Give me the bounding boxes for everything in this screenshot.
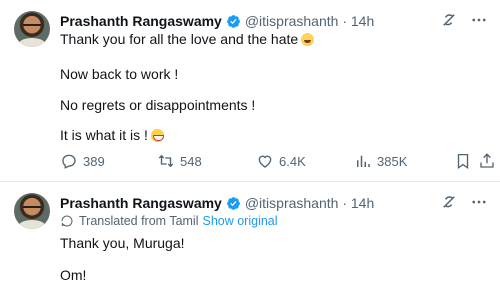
tweet-text-line: It is what it is ! <box>60 126 164 144</box>
grok-icon[interactable] <box>440 193 458 211</box>
tweet-text: No regrets or disappointments ! <box>60 97 256 113</box>
share-icon <box>480 153 494 168</box>
author-name[interactable]: Prashanth Rangaswamy <box>60 195 222 211</box>
avatar-glasses <box>23 206 41 213</box>
tweet[interactable]: Prashanth Rangaswamy @itisprashanth · 14… <box>0 0 500 181</box>
tweet-text-line: Now back to work ! <box>60 65 178 83</box>
bookmark-button[interactable] <box>454 152 477 170</box>
more-icon[interactable] <box>470 11 488 29</box>
author-name[interactable]: Prashanth Rangaswamy <box>60 13 222 29</box>
tweet-text-line: Thank you, Muruga! <box>60 234 185 252</box>
avatar-shirt <box>18 220 46 229</box>
repost-icon <box>158 154 174 168</box>
tweet-text-line: Om! <box>60 266 86 284</box>
reply-button[interactable]: 389 <box>60 152 105 170</box>
translate-icon <box>61 215 73 227</box>
views-icon <box>357 155 370 167</box>
tweet-text: Thank you, Muruga! <box>60 235 185 251</box>
verified-badge-icon <box>226 14 240 28</box>
more-icon[interactable] <box>470 193 488 211</box>
tweet-header: Prashanth Rangaswamy @itisprashanth · 14… <box>60 193 374 213</box>
grok-icon[interactable] <box>440 11 458 29</box>
tweet-top-actions <box>440 11 488 29</box>
bookmark-icon <box>457 153 469 170</box>
grin-emoji-icon <box>150 129 164 142</box>
tweet-text: It is what it is ! <box>60 127 148 143</box>
reply-count: 389 <box>83 153 105 169</box>
verified-badge-icon <box>226 196 240 210</box>
share-button[interactable] <box>478 152 500 170</box>
repost-count: 548 <box>180 153 202 169</box>
avatar[interactable] <box>14 193 50 229</box>
avatar-glasses <box>23 24 41 31</box>
translated-label: Translated from Tamil <box>79 214 199 228</box>
repost-button[interactable]: 548 <box>157 152 202 170</box>
tweet[interactable]: Prashanth Rangaswamy @itisprashanth · 14… <box>0 182 500 284</box>
handle-and-time[interactable]: @itisprashanth · 14h <box>245 13 374 29</box>
wink-emoji-icon <box>301 33 315 46</box>
tweet-top-actions <box>440 193 488 211</box>
tweet-text: Thank you for all the love and the hate <box>60 31 299 47</box>
handle-and-time[interactable]: @itisprashanth · 14h <box>245 195 374 211</box>
like-icon <box>258 155 272 168</box>
tweet-actions: 389 548 6.4K 385K <box>60 152 494 174</box>
tweet-text: Now back to work ! <box>60 66 179 82</box>
avatar-shirt <box>18 38 46 47</box>
like-button[interactable]: 6.4K <box>256 152 306 170</box>
tweet-text-line: No regrets or disappointments ! <box>60 96 255 114</box>
views-button[interactable]: 385K <box>354 152 407 170</box>
views-count: 385K <box>377 153 408 169</box>
tweet-text-line: Thank you for all the love and the hate <box>60 30 315 48</box>
avatar[interactable] <box>14 11 50 47</box>
reply-icon <box>62 154 76 169</box>
like-count: 6.4K <box>279 153 306 169</box>
tweet-header: Prashanth Rangaswamy @itisprashanth · 14… <box>60 11 374 31</box>
show-original-link[interactable]: Show original <box>202 214 277 228</box>
translation-note: Translated from Tamil Show original <box>60 214 278 228</box>
